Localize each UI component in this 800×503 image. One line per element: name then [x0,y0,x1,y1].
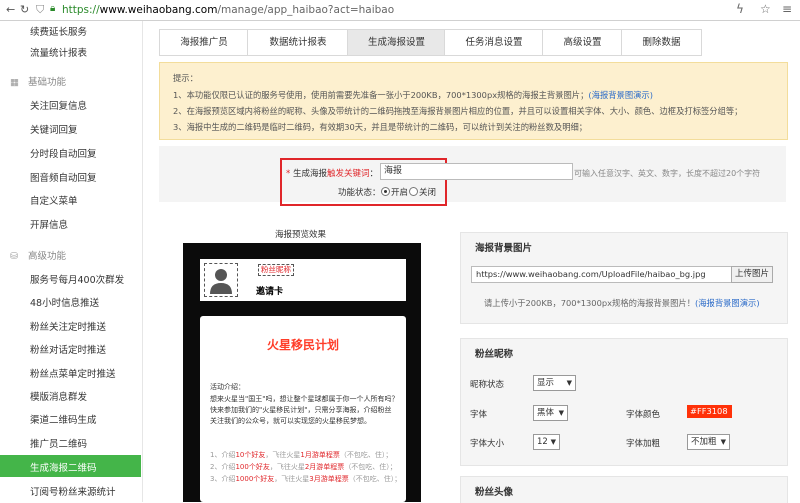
sidebar-item[interactable]: 分时段自动回复 [30,146,97,160]
menu-icon[interactable]: ≡ [782,2,792,16]
bg-demo-link[interactable]: (海报背景图演示) [695,298,760,308]
rule-line: 1、介绍10个好友，飞往火星1月游单程票（不包吃、住）； [210,451,393,459]
status-off-radio[interactable]: 关闭 [409,186,436,198]
dropdown-arrow-icon: ▼ [566,379,572,387]
url-text[interactable]: https://www.weihaobang.com/manage/app_ha… [62,4,394,16]
bg-hint: 请上传小于200KB，700*1300px规格的海报背景图片！(海报背景图演示) [484,298,760,308]
size-label: 字体大小 [470,439,505,449]
bold-label: 字体加粗 [626,439,661,449]
size-select[interactable]: 12 ▼ [533,434,560,450]
dropdown-arrow-icon: ▼ [558,409,564,417]
avatar-panel-title: 粉丝头像 [475,487,514,498]
intro-title: 活动介绍： [210,383,245,391]
intro-line: 想来火星当"国王"吗，想让整个星球都属于你一个人所有吗？ [210,395,399,403]
status-on-radio[interactable]: 开启 [381,186,408,198]
tips-line: 1、本功能仅限已认证的服务号使用，使用前需要先准备一张小于200KB，700*1… [173,90,653,100]
keyword-label: * 生成海报触发关键词： [286,169,378,179]
radio-icon[interactable] [409,187,418,196]
browser-address-bar: ← ↻ ⛉ 🔒︎ https://www.weihaobang.com/mana… [0,0,800,21]
display-select[interactable]: 显示 ▼ [533,375,576,391]
dropdown-arrow-icon: ▼ [550,438,556,446]
sidebar-item-renew[interactable]: 续费延长服务 [30,24,87,38]
status-label: 功能状态： [338,188,381,198]
intro-line: 快来参加我们的"火星移民计划"，只需分享海报，介绍粉丝 [210,406,392,414]
sidebar-item[interactable]: 粉丝对话定时推送 [30,342,106,356]
tips-line: 2、在海报预览区域内将粉丝的昵称、头像及带统计的二维码拖拽至海报背景图片相应的位… [173,106,743,116]
shield-icon[interactable]: ⛉ [36,3,44,17]
poster-header-card: 粉丝昵称 邀请卡 [200,259,406,301]
lightning-icon[interactable]: ϟ [736,2,744,16]
nick-panel-title: 粉丝昵称 [475,349,514,360]
avatar-panel: 粉丝头像 [460,476,788,503]
tips-box: 提示： 1、本功能仅限已认证的服务号使用，使用前需要先准备一张小于200KB，7… [159,62,788,140]
font-select[interactable]: 黑体 ▼ [533,405,568,421]
tab-task-message[interactable]: 任务消息设置 [444,29,544,56]
intro-line: 关注我们的公众号，就可以实现您的火星移民梦想。 [210,417,371,425]
sidebar-item[interactable]: 关注回复信息 [30,98,87,112]
preview-label: 海报预览效果 [275,230,327,240]
sidebar-item[interactable]: 渠道二维码生成 [30,412,97,426]
lock-icon[interactable]: 🔒︎ [50,3,55,14]
sidebar-item[interactable]: 粉丝关注定时推送 [30,319,106,333]
sidebar-item[interactable]: 粉丝点菜单定时推送 [30,366,116,380]
sidebar-item[interactable]: 自定义菜单 [30,193,78,207]
keyword-input[interactable]: 海报 [380,163,573,180]
bg-panel-title: 海报背景图片 [475,243,533,254]
nickname-tag[interactable]: 粉丝昵称 [258,264,294,276]
user-silhouette-icon [210,269,232,294]
poster-title: 火星移民计划 [266,338,339,352]
back-icon[interactable]: ← [6,3,15,16]
sidebar-item[interactable]: 订阅号粉丝来源统计 [30,484,116,498]
sidebar-item[interactable]: 模版消息群发 [30,389,87,403]
font-label: 字体 [470,410,488,420]
sidebar-item-traffic-report[interactable]: 流量统计报表 [30,45,87,59]
sidebar-item[interactable]: 48小时信息推送 [30,295,99,309]
sidebar-item-active[interactable]: 生成海报二维码 [0,455,141,477]
dropdown-arrow-icon: ▼ [720,438,726,446]
nickname-panel: 粉丝昵称 [460,338,788,466]
tab-poster-settings[interactable]: 生成海报设置 [347,29,446,56]
rule-line: 3、介绍1000个好友，飞往火星3月游单程票（不包吃、住）； [210,475,402,483]
tips-title: 提示： [173,73,198,83]
grid-icon: ▦ [10,77,19,88]
tab-advanced[interactable]: 高级设置 [542,29,623,56]
bg-demo-link[interactable]: (海报背景图演示) [588,90,653,100]
poster-content-card: 火星移民计划 活动介绍： 想来火星当"国王"吗，想让整个星球都属于你一个人所有吗… [200,316,406,502]
bold-select[interactable]: 不加粗 ▼ [687,434,730,450]
bg-url-input[interactable]: https://www.weihaobang.com/UploadFile/ha… [471,266,733,283]
keyword-hint: 可输入任意汉字、英文、数字，长度不超过20个字符 [574,169,761,178]
database-icon: ⛁ [10,251,18,262]
tab-promoters[interactable]: 海报推广员 [159,29,249,56]
poster-preview: 粉丝昵称 邀请卡 火星移民计划 活动介绍： 想来火星当"国王"吗，想让整个星球都… [183,243,421,502]
tab-statistics[interactable]: 数据统计报表 [247,29,349,56]
rule-line: 2、介绍100个好友，飞往火星2月游单程票（不包吃、住）； [210,463,397,471]
sidebar-item[interactable]: 推广员二维码 [30,436,87,450]
display-label: 昵称状态 [470,380,505,390]
tab-delete-data[interactable]: 删除数据 [621,29,702,56]
sidebar-item[interactable]: 关键词回复 [30,122,78,136]
sidebar-group-basic: ▦ 基础功能 [10,77,67,88]
tips-line: 3、海报中生成的二维码是临时二维码，有效期30天，并且是带统计的二维码，可以统计… [173,122,588,132]
radio-checked-icon[interactable] [381,187,390,196]
reload-icon[interactable]: ↻ [20,3,29,16]
color-label: 字体颜色 [626,410,661,420]
sidebar-item[interactable]: 服务号每月400次群发 [30,272,124,286]
star-icon[interactable]: ☆ [760,2,771,16]
sidebar-group-advanced: ⛁ 高级功能 [10,251,67,262]
sidebar-item[interactable]: 开屏信息 [30,217,68,231]
color-input[interactable]: #FF3108 [687,405,732,418]
avatar-placeholder[interactable] [204,263,238,297]
upload-image-button[interactable]: 上传图片 [731,266,773,283]
sidebar-item[interactable]: 图音频自动回复 [30,170,97,184]
invite-text: 邀请卡 [256,287,284,297]
